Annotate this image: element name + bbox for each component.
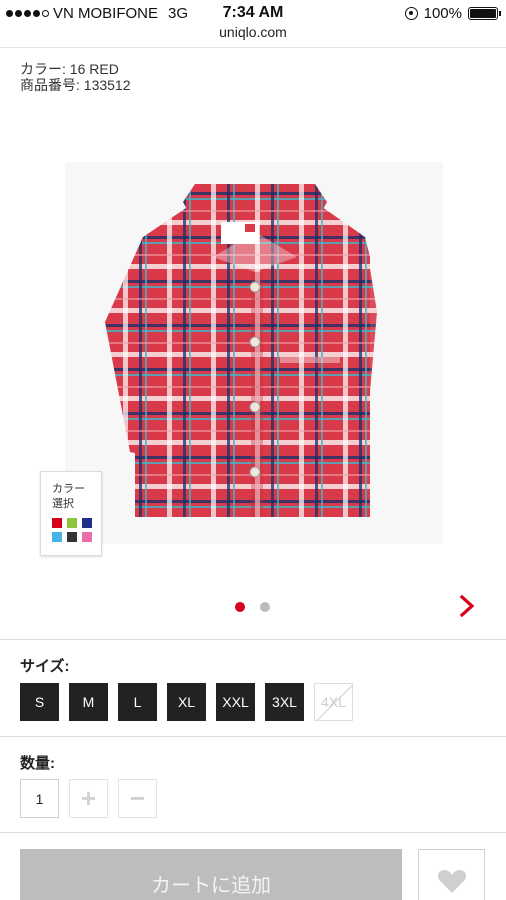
favorite-button[interactable] <box>418 849 485 900</box>
quantity-value[interactable]: 1 <box>20 779 59 818</box>
battery-icon <box>468 7 501 20</box>
orientation-lock-icon <box>404 7 418 20</box>
color-swatch[interactable] <box>82 518 92 528</box>
status-right: 100% <box>404 5 501 22</box>
gallery-pager <box>0 600 506 614</box>
quantity-stepper: 1 + − <box>20 779 157 818</box>
section-divider <box>0 832 506 833</box>
section-divider <box>0 639 506 640</box>
pager-dot-active[interactable] <box>235 602 245 612</box>
chevron-right-icon[interactable] <box>456 595 478 617</box>
add-to-cart-button[interactable]: カートに追加 <box>20 849 402 900</box>
size-option-xxl[interactable]: XXL <box>216 683 255 721</box>
swatch-grid <box>52 518 101 542</box>
size-option-xl[interactable]: XL <box>167 683 206 721</box>
size-option-4xl: 4XL <box>314 683 353 721</box>
product-image[interactable] <box>65 162 443 544</box>
size-option-3xl[interactable]: 3XL <box>265 683 304 721</box>
color-swatch[interactable] <box>82 532 92 542</box>
color-swatch[interactable] <box>52 518 62 528</box>
size-options: S M L XL XXL 3XL 4XL <box>20 683 353 721</box>
quantity-increment-button[interactable]: + <box>69 779 108 818</box>
heart-icon <box>437 870 466 893</box>
quantity-title: 数量: <box>20 755 55 772</box>
color-select-label: カラー選択 <box>52 483 85 510</box>
color-swatch[interactable] <box>67 532 77 542</box>
header-divider <box>0 47 506 48</box>
status-bar: VN MOBIFONE 3G 7:34 AM 100% <box>0 0 506 27</box>
quantity-decrement-button[interactable]: − <box>118 779 157 818</box>
pager-dot-inactive[interactable] <box>260 602 270 612</box>
color-swatch[interactable] <box>67 518 77 528</box>
section-divider <box>0 736 506 737</box>
size-option-l[interactable]: L <box>118 683 157 721</box>
item-number: 商品番号: 133512 <box>20 77 131 93</box>
url-bar[interactable]: uniqlo.com <box>0 24 506 46</box>
product-meta: カラー: 16 RED 商品番号: 133512 <box>20 61 131 93</box>
size-option-m[interactable]: M <box>69 683 108 721</box>
color-swatch[interactable] <box>52 532 62 542</box>
color-info: カラー: 16 RED <box>20 61 119 77</box>
size-title: サイズ: <box>20 658 70 675</box>
battery-percent: 100% <box>423 5 462 22</box>
color-select-panel[interactable]: カラー選択 <box>40 471 102 556</box>
red-plaid-shirt-image <box>105 184 377 517</box>
size-option-s[interactable]: S <box>20 683 59 721</box>
